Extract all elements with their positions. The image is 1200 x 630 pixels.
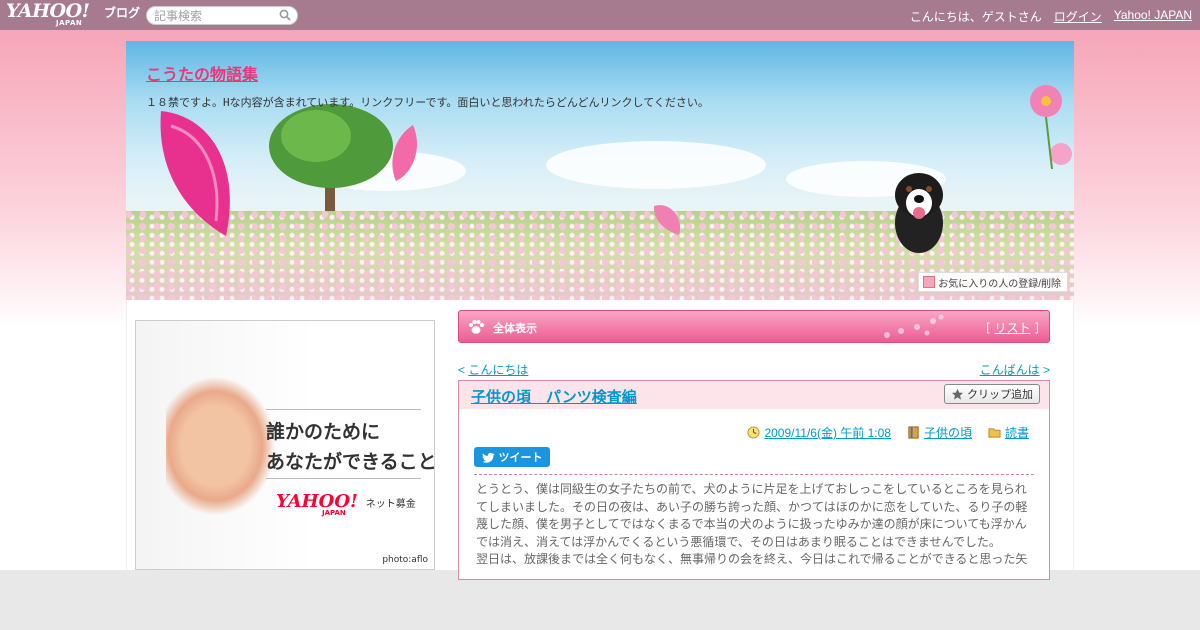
article-title[interactable]: 子供の頃 パンツ検査編 [471,386,637,407]
prev-article-link[interactable]: こんにちは [468,363,528,377]
article-body: とうとう、僕は同級生の女子たちの前で、犬のように片足を上げておしっこをしていると… [476,482,1028,566]
favorite-register-label: お気に入りの人の登録/削除 [938,278,1061,290]
next-article-nav[interactable]: こんばんは > [980,361,1050,378]
next-article-link[interactable]: こんばんは [980,363,1040,377]
hands-illustration [166,376,276,516]
clock-icon [747,426,760,439]
blog-title-link[interactable]: こうたの物語集 [146,67,258,84]
article-category: 子供の頃 [907,424,972,441]
blog-title[interactable]: こうたの物語集 [146,61,258,85]
yahoo-blog-logo[interactable]: YAHOO! JAPAN ブログ [6,2,140,28]
article-title-link[interactable]: 子供の頃 パンツ検査編 [471,389,637,406]
article-meta: 2009/11/6(金) 午前 1:08 子供の頃 読書 [747,424,1029,441]
ad-yahoo-logo-sub: JAPAN [322,509,346,517]
article-date-link[interactable]: 2009/11/6(金) 午前 1:08 [764,424,891,441]
charity-ad-banner[interactable]: 誰かのために あなたができること YAHOO! ネット募金 JAPAN phot… [135,320,435,570]
paw-decoration-icon [884,314,944,338]
ad-headline-1: 誰かのために [266,421,381,443]
tweet-label: ツイート [498,452,543,464]
prev-article-nav[interactable]: < こんにちは [458,361,528,378]
article-tag-link[interactable]: 読書 [1005,424,1029,441]
article-entry: 子供の頃 パンツ検査編 クリップ追加 2009/11/6(金) 午前 1:08 … [458,380,1050,580]
user-nav: こんにちは、ゲストさん ログイン Yahoo! JAPAN [910,8,1192,25]
article-date: 2009/11/6(金) 午前 1:08 [747,424,891,441]
ad-divider [266,409,421,410]
tweet-button[interactable]: ツイート [474,447,550,467]
twitter-bird-icon [481,452,495,463]
blog-header-banner: こうたの物語集 １８禁ですよ。Hな内容が含まれています。リンクフリーです。面白い… [126,41,1074,300]
clip-add-button[interactable]: クリップ追加 [944,384,1040,404]
book-icon [908,426,919,439]
section-title: 全体表示 [493,322,537,335]
cosmos-flower-illustration [1030,85,1072,169]
search-icon[interactable] [279,9,291,21]
top-bar: YAHOO! JAPAN ブログ こんにちは、ゲストさん ログイン Yahoo!… [0,0,1200,30]
article-search-input[interactable] [146,6,298,25]
petal-illustration [653,205,681,235]
blog-logo-label: ブログ [104,6,141,20]
list-link[interactable]: リスト [994,321,1030,335]
login-link[interactable]: ログイン [1054,8,1102,25]
yahoo-logo-sub: JAPAN [56,19,83,27]
ad-net-label: ネット募金 [365,499,416,510]
petal-illustration [392,125,417,181]
section-header-bar: 全体表示 [ リスト ] [458,310,1050,343]
star-icon [951,388,964,400]
folder-icon [988,428,1001,438]
cloud-decoration [546,141,766,189]
ad-headline-2: あなたができること [266,451,435,473]
blog-description: １８禁ですよ。Hな内容が含まれています。リンクフリーです。面白いと思われたらどん… [146,96,709,109]
yahoo-japan-link[interactable]: Yahoo! JAPAN [1114,8,1192,25]
paw-icon [469,320,484,334]
greeting-text: こんにちは、ゲストさん [909,10,1042,24]
article-divider [474,474,1034,475]
favorite-register-button[interactable]: お気に入りの人の登録/削除 [918,272,1068,292]
petal-illustration [160,111,230,236]
clip-add-label: クリップ追加 [967,389,1033,401]
ad-divider [266,478,421,479]
ad-photo-credit: photo:aflo [382,555,428,565]
dog-illustration [895,173,943,253]
article-tag: 読書 [988,424,1029,441]
heart-icon [923,276,936,288]
list-view-link[interactable]: [ リスト ] [986,319,1039,336]
ad-yahoo-logo: YAHOO! ネット募金 JAPAN [276,491,416,517]
article-header: 子供の頃 パンツ検査編 クリップ追加 [459,381,1049,409]
tree-illustration [269,104,393,221]
article-category-link[interactable]: 子供の頃 [924,424,972,441]
